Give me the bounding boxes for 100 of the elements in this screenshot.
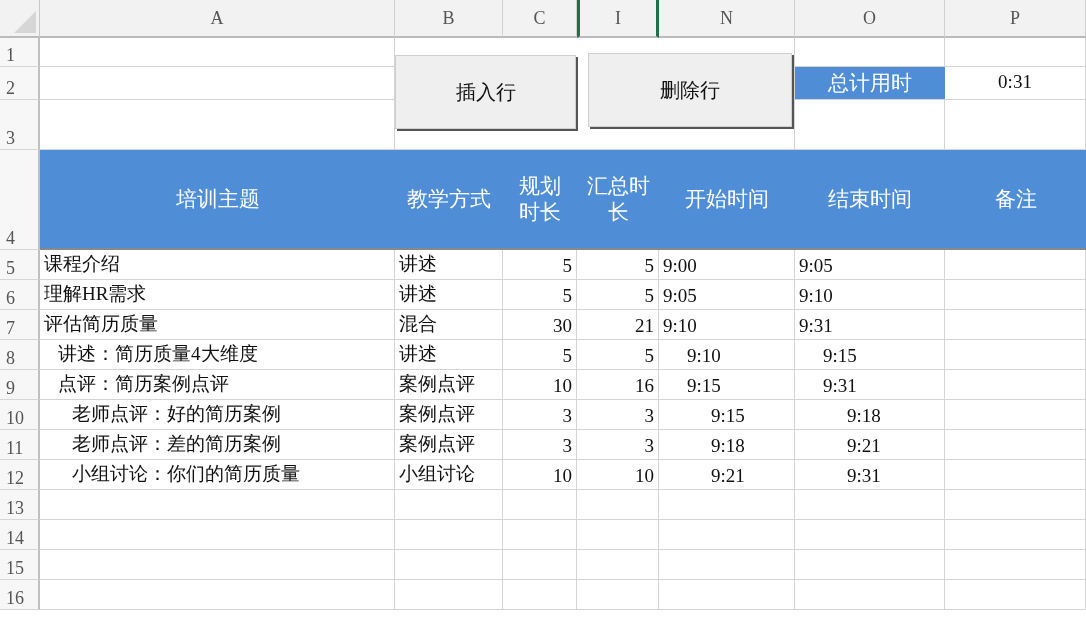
select-all-triangle-icon[interactable] [14,11,36,33]
planned-duration-cell: 10 [503,370,577,400]
method-cell: 案例点评 [395,400,503,430]
empty-cell[interactable] [945,430,1086,460]
empty-cell[interactable] [659,580,795,610]
row-header[interactable]: 9 [0,370,40,400]
total-time-value: 0:31 [945,67,1086,100]
empty-cell[interactable] [395,580,503,610]
column-title: 开始时间 [659,150,795,250]
empty-cell[interactable] [945,370,1086,400]
method-cell: 讲述 [395,340,503,370]
topic-cell: 评估简历质量 [40,310,395,340]
row-header[interactable]: 10 [0,400,40,430]
empty-cell[interactable] [659,520,795,550]
row-header[interactable]: 3 [0,100,40,150]
row-header[interactable]: 4 [0,150,40,250]
delete-row-button[interactable]: 删除行 [588,53,792,127]
row-header[interactable]: 7 [0,310,40,340]
method-cell: 案例点评 [395,370,503,400]
planned-duration-cell: 10 [503,460,577,490]
insert-row-button[interactable]: 插入行 [395,55,576,129]
start-time-cell: 9:05 [659,280,795,310]
column-header[interactable]: I [577,0,659,38]
column-header[interactable]: B [395,0,503,38]
empty-cell[interactable] [945,38,1086,67]
column-title: 结束时间 [795,150,945,250]
row-header[interactable]: 11 [0,430,40,460]
empty-cell[interactable] [395,550,503,580]
column-title: 培训主题 [40,150,395,250]
empty-cell[interactable] [577,580,659,610]
row-header[interactable]: 6 [0,280,40,310]
row-header[interactable]: 15 [0,550,40,580]
row-header[interactable]: 1 [0,38,40,67]
start-time-cell: 9:21 [659,460,795,490]
end-time-cell: 9:18 [795,400,945,430]
method-cell: 小组讨论 [395,460,503,490]
column-header[interactable]: P [945,0,1086,38]
method-cell: 讲述 [395,280,503,310]
empty-cell[interactable] [659,490,795,520]
empty-cell[interactable] [795,490,945,520]
end-time-cell: 9:31 [795,460,945,490]
empty-cell[interactable] [945,400,1086,430]
start-time-cell: 9:15 [659,400,795,430]
empty-cell[interactable] [503,490,577,520]
topic-cell: 老师点评：差的简历案例 [40,430,395,460]
column-header[interactable]: C [503,0,577,38]
total-duration-cell: 10 [577,460,659,490]
row-header[interactable]: 14 [0,520,40,550]
row-header[interactable]: 5 [0,250,40,280]
empty-cell[interactable] [503,520,577,550]
method-cell: 案例点评 [395,430,503,460]
start-time-cell: 9:18 [659,430,795,460]
empty-cell[interactable] [945,310,1086,340]
planned-duration-cell: 30 [503,310,577,340]
empty-cell[interactable] [945,580,1086,610]
planned-duration-cell: 3 [503,400,577,430]
topic-cell: 讲述：简历质量4大维度 [40,340,395,370]
empty-cell[interactable] [577,550,659,580]
row-header[interactable]: 16 [0,580,40,610]
row-header[interactable]: 13 [0,490,40,520]
total-duration-cell: 5 [577,340,659,370]
row-header[interactable]: 2 [0,67,40,100]
planned-duration-cell: 5 [503,340,577,370]
start-time-cell: 9:10 [659,310,795,340]
empty-cell[interactable] [795,550,945,580]
empty-cell[interactable] [945,280,1086,310]
empty-cell[interactable] [577,490,659,520]
topic-cell: 课程介绍 [40,250,395,280]
empty-cell[interactable] [945,520,1086,550]
total-duration-cell: 16 [577,370,659,400]
empty-cell[interactable] [945,340,1086,370]
column-header[interactable]: O [795,0,945,38]
empty-cell[interactable] [395,520,503,550]
empty-cell[interactable] [945,550,1086,580]
end-time-cell: 9:31 [795,310,945,340]
empty-cell[interactable] [503,580,577,610]
empty-cell[interactable] [503,550,577,580]
planned-duration-cell: 5 [503,250,577,280]
row-header[interactable]: 8 [0,340,40,370]
method-cell: 讲述 [395,250,503,280]
empty-cell[interactable] [945,250,1086,280]
total-duration-cell: 5 [577,250,659,280]
empty-cell[interactable] [795,520,945,550]
planned-duration-cell: 3 [503,430,577,460]
empty-cell[interactable] [945,460,1086,490]
empty-cell[interactable] [577,520,659,550]
empty-cell[interactable] [659,550,795,580]
empty-cell[interactable] [795,580,945,610]
empty-cell[interactable] [395,490,503,520]
row-header[interactable]: 12 [0,460,40,490]
end-time-cell: 9:21 [795,430,945,460]
empty-cell[interactable] [945,490,1086,520]
column-header[interactable]: N [659,0,795,38]
start-time-cell: 9:10 [659,340,795,370]
column-title: 汇总时长 [577,150,659,250]
method-cell: 混合 [395,310,503,340]
end-time-cell: 9:31 [795,370,945,400]
topic-cell: 老师点评：好的简历案例 [40,400,395,430]
column-header[interactable]: A [40,0,395,38]
total-duration-cell: 5 [577,280,659,310]
